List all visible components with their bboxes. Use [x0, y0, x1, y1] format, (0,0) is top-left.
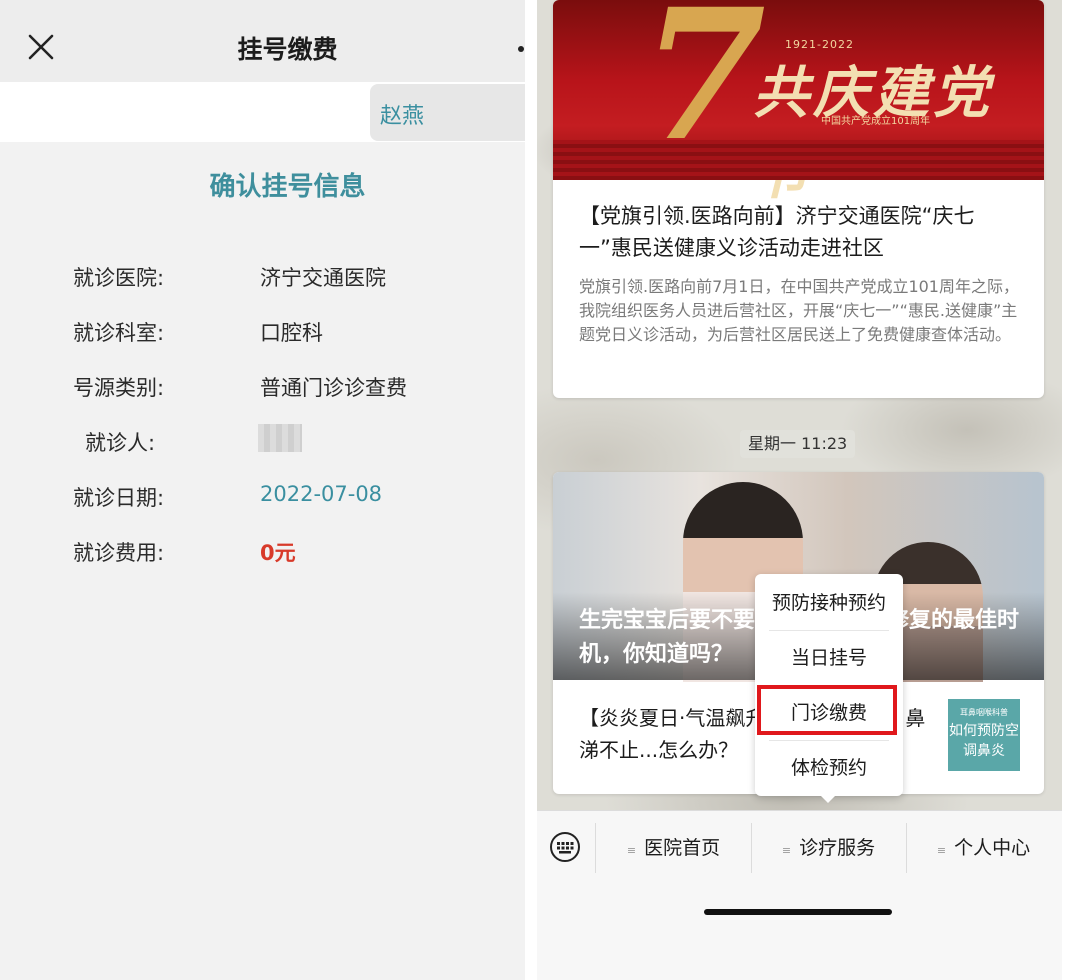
section-title: 确认挂号信息 — [209, 172, 366, 202]
submenu-item-checkup[interactable]: 体检预约 — [755, 741, 903, 795]
banner-stage — [553, 140, 1044, 180]
info-row-department: 就诊科室: 口腔科 — [0, 317, 525, 357]
submenu-popup: 预防接种预约 当日挂号 门诊缴费 体检预约 — [755, 574, 903, 803]
menu-personal-center[interactable]: ≡ 个人中心 — [907, 811, 1060, 885]
menu-label: 诊疗服务 — [799, 837, 876, 859]
official-account-chat: 7 1921-2022 共庆建党节 中国共产党成立101周年 【党旗引领.医路向… — [537, 0, 1062, 980]
highlight-box — [757, 685, 897, 735]
user-tab[interactable]: 赵燕 — [370, 84, 525, 141]
info-label: 就诊费用: — [73, 541, 165, 565]
info-value: 济宁交通医院 — [260, 266, 386, 290]
user-name: 赵燕 — [380, 104, 425, 129]
menu-label: 医院首页 — [644, 837, 721, 859]
menu-label: 个人中心 — [954, 837, 1031, 859]
menu-list-icon: ≡ — [936, 844, 947, 857]
menu-medical-services[interactable]: ≡ 诊疗服务 — [752, 811, 905, 885]
info-value: 口腔科 — [260, 321, 323, 345]
thumbnail-text: 如何预防空调鼻炎 — [949, 723, 1019, 759]
article-title: 【党旗引领.医路向前】济宁交通医院“庆七一”惠民送健康义诊活动走进社区 — [579, 204, 975, 260]
info-label: 号源类别: — [73, 376, 165, 400]
bottom-menu-bar: ≡ 医院首页 ≡ 诊疗服务 ≡ 个人中心 — [537, 810, 1062, 885]
banner-subtitle: 中国共产党成立101周年 — [821, 116, 931, 127]
info-label: 就诊人: — [85, 431, 156, 455]
menu-list-icon: ≡ — [626, 844, 637, 857]
info-row-fee: 就诊费用: 0元 — [0, 537, 525, 577]
registration-panel: 挂号缴费 赵燕 确认挂号信息 就诊医院: 济宁交通医院 就诊科室: 口腔科 号源… — [0, 0, 525, 980]
info-row-hospital: 就诊医院: 济宁交通医院 — [0, 262, 525, 302]
info-value-date: 2022-07-08 — [260, 482, 383, 506]
info-label: 就诊日期: — [73, 486, 165, 510]
banner-title: 共庆建党节 — [753, 60, 993, 207]
article-card[interactable]: 7 1921-2022 共庆建党节 中国共产党成立101周年 【党旗引领.医路向… — [553, 0, 1044, 398]
home-indicator-area — [537, 884, 1062, 980]
thumbnail-tag: 耳鼻咽喉科普 — [960, 708, 1008, 717]
divider — [525, 0, 537, 980]
popup-pointer — [819, 794, 837, 803]
patient-name-redacted — [258, 424, 302, 452]
nav-bar: 挂号缴费 — [0, 0, 525, 82]
timestamp: 星期一 11:23 — [740, 430, 856, 458]
info-value-fee: 0元 — [260, 541, 296, 565]
info-row-date: 就诊日期: 2022-07-08 — [0, 482, 525, 522]
page-title: 挂号缴费 — [237, 35, 338, 64]
submenu-item-same-day-registration[interactable]: 当日挂号 — [755, 631, 903, 685]
info-label: 就诊医院: — [73, 266, 165, 290]
article-banner: 7 1921-2022 共庆建党节 中国共产党成立101周年 — [553, 0, 1044, 207]
article-summary: 党旗引领.医路向前7月1日，在中国共产党成立101周年之际，我院组织医务人员进后… — [579, 277, 1019, 344]
menu-divider — [595, 823, 596, 873]
keyboard-icon[interactable] — [549, 831, 581, 863]
menu-list-icon: ≡ — [781, 844, 792, 857]
info-label: 就诊科室: — [73, 321, 165, 345]
info-row-category: 号源类别: 普通门诊诊查费 — [0, 372, 525, 412]
more-icon[interactable] — [518, 46, 524, 52]
submenu-item-vaccination[interactable]: 预防接种预约 — [755, 576, 903, 630]
article-thumbnail: 耳鼻咽喉科普 如何预防空调鼻炎 — [948, 699, 1020, 771]
info-value: 普通门诊诊查费 — [260, 376, 407, 400]
home-indicator[interactable] — [704, 909, 892, 915]
menu-hospital-home[interactable]: ≡ 医院首页 — [597, 811, 750, 885]
